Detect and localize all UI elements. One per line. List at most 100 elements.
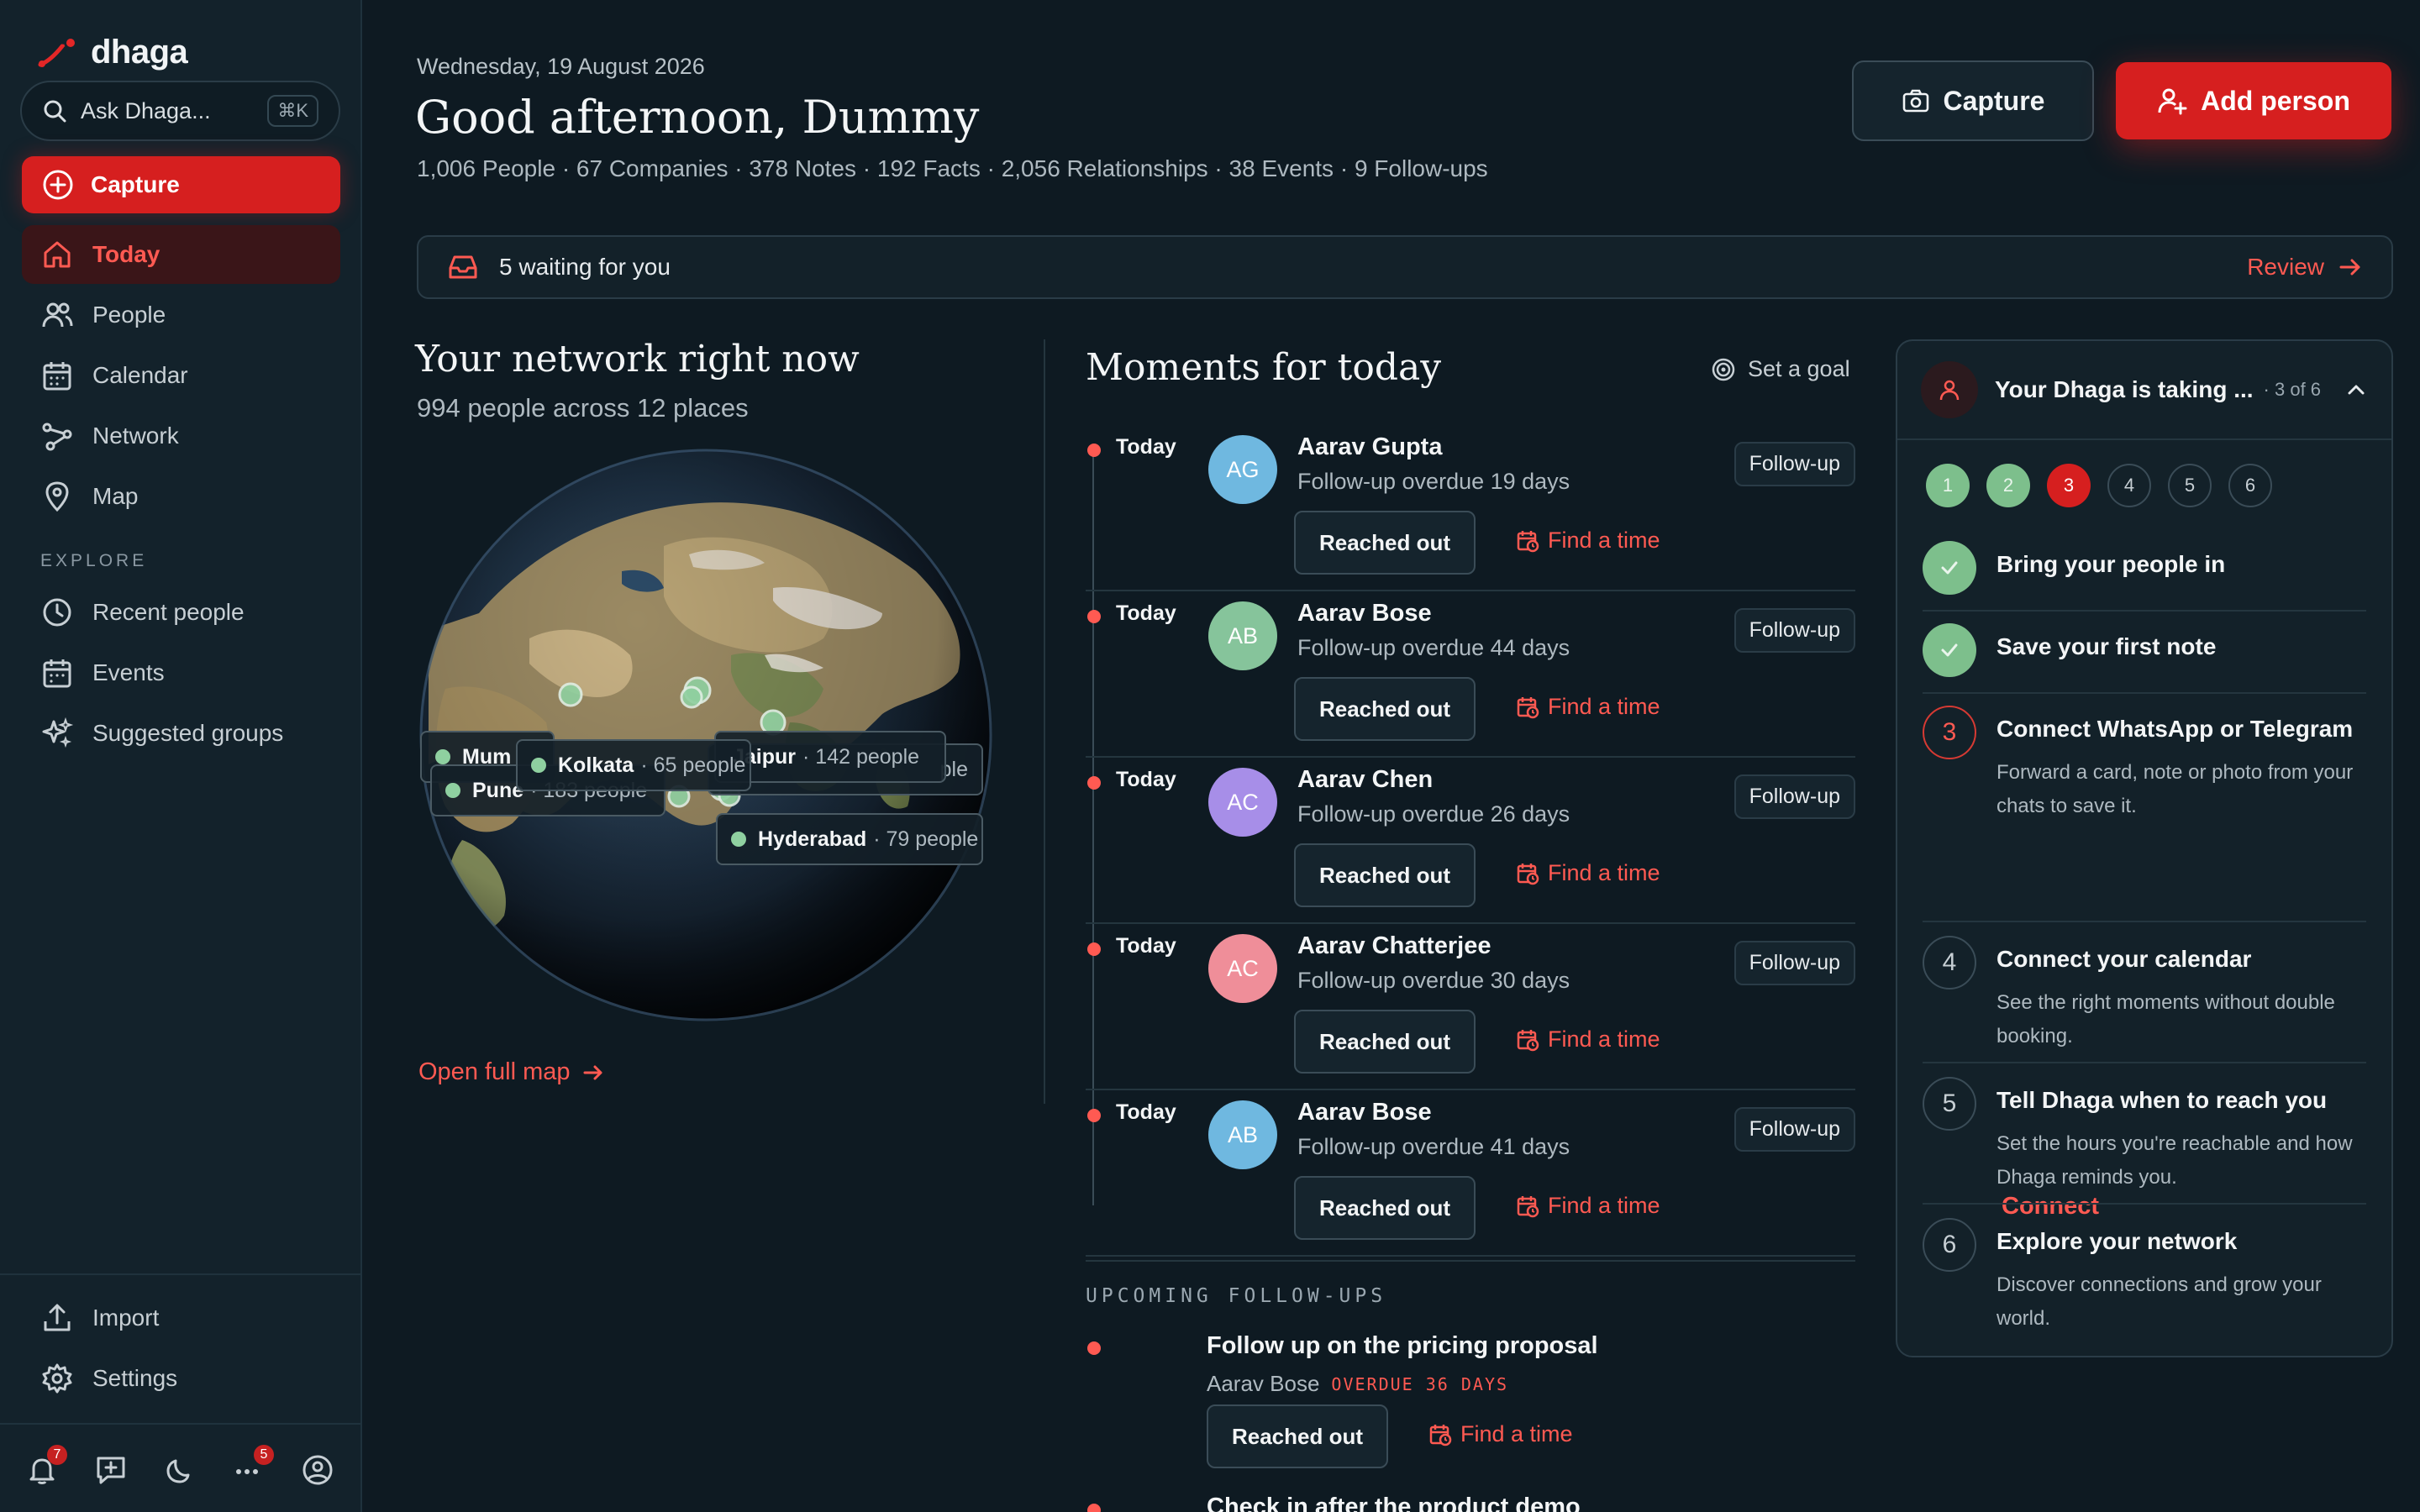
moment-description: Follow-up overdue 41 days xyxy=(1297,1134,1570,1159)
reached-out-button[interactable]: Reached out xyxy=(1294,1010,1476,1074)
sidebar-item-recent-people[interactable]: Recent people xyxy=(22,583,340,642)
sidebar-item-label: Suggested groups xyxy=(92,720,284,746)
sidebar-item-suggested-groups[interactable]: Suggested groups xyxy=(22,704,340,763)
find-a-time-label: Find a time xyxy=(1460,1421,1573,1446)
account-button[interactable] xyxy=(301,1453,334,1487)
chevron-up-icon[interactable] xyxy=(2344,378,2368,402)
sidebar-capture-button[interactable]: Capture xyxy=(22,156,340,213)
sidebar-item-network[interactable]: Network xyxy=(22,407,340,465)
find-a-time-button[interactable]: Find a time xyxy=(1516,528,1660,554)
map-pin-icon xyxy=(45,481,69,512)
city-marker[interactable] xyxy=(680,685,703,709)
avatar[interactable]: AB xyxy=(1208,601,1277,670)
capture-button[interactable]: Capture xyxy=(1852,60,2094,141)
arrow-right-icon xyxy=(583,1065,602,1079)
city-label-hyderabad[interactable]: Hyderabad · 79 people xyxy=(716,813,983,865)
step-indicator[interactable]: 3 xyxy=(2047,464,2091,507)
person-name[interactable]: Aarav Bose xyxy=(1297,1099,1432,1126)
follow-up-badge: Follow-up xyxy=(1733,442,1855,486)
network-stats: 1,006 People · 67 Companies · 378 Notes … xyxy=(417,155,1488,181)
notifications-button[interactable]: 7 xyxy=(25,1445,67,1487)
step-indicator[interactable]: 5 xyxy=(2168,464,2212,507)
sidebar-item-label: Import xyxy=(92,1305,160,1331)
sidebar-item-today[interactable]: Today xyxy=(22,225,340,284)
task-title: Connect WhatsApp or Telegram xyxy=(1996,716,2354,742)
moment-description: Follow-up overdue 30 days xyxy=(1297,968,1570,993)
set-goal-button[interactable]: Set a goal xyxy=(1711,356,1850,382)
more-button[interactable]: 5 xyxy=(232,1445,274,1487)
avatar[interactable]: AC xyxy=(1208,934,1277,1003)
timeline-dot xyxy=(1087,776,1101,790)
network-globe[interactable]: Mum Pune · 183 people ple Jaipur · 142 p… xyxy=(412,445,1000,1033)
theme-toggle-button[interactable] xyxy=(163,1453,197,1487)
moment-card[interactable]: Today AG Aarav Gupta Follow-up overdue 19 d… xyxy=(1086,425,1855,591)
app-logo[interactable]: dhaga xyxy=(37,34,188,71)
open-full-map-link[interactable]: Open full map xyxy=(418,1058,604,1086)
city-marker[interactable] xyxy=(558,682,583,707)
reached-out-button[interactable]: Reached out xyxy=(1294,511,1476,575)
timeline-dot xyxy=(1087,1504,1101,1512)
add-person-button[interactable]: Add person xyxy=(2116,62,2391,139)
feedback-button[interactable] xyxy=(94,1453,128,1487)
sidebar-item-label: Recent people xyxy=(92,599,245,625)
upcoming-title[interactable]: Check in after the product demo xyxy=(1207,1494,1581,1512)
moment-card[interactable]: Today AC Aarav Chatterjee Follow-up overdue… xyxy=(1086,924,1855,1090)
city-label-kolkata[interactable]: Kolkata · 65 people xyxy=(516,739,751,791)
reached-out-button[interactable]: Reached out xyxy=(1294,1176,1476,1240)
step-number-icon: 3 xyxy=(1923,706,1976,759)
timeline-dot xyxy=(1087,610,1101,623)
calendar-clock-icon xyxy=(1517,696,1539,718)
step-indicator[interactable]: 6 xyxy=(2228,464,2272,507)
connect-button[interactable]: Connect xyxy=(2002,1193,2099,1221)
person-name[interactable]: Aarav Chatterjee xyxy=(1297,932,1491,960)
task-divider xyxy=(1923,692,2366,694)
person-name[interactable]: Aarav Gupta xyxy=(1297,433,1442,461)
find-a-time-button[interactable]: Find a time xyxy=(1516,694,1660,720)
moment-when: Today xyxy=(1116,601,1176,625)
sidebar-item-people[interactable]: People xyxy=(22,286,340,344)
sidebar-item-settings[interactable]: Settings xyxy=(22,1349,340,1408)
home-icon xyxy=(44,241,71,268)
task-description: Set the hours you're reachable and how D… xyxy=(1996,1132,2353,1189)
moment-card[interactable]: Today AC Aarav Chen Follow-up overdue 26 da… xyxy=(1086,758,1855,924)
step-indicator[interactable]: 4 xyxy=(2107,464,2151,507)
review-link[interactable]: Review xyxy=(2247,254,2324,281)
reached-out-button[interactable]: Reached out xyxy=(1294,677,1476,741)
sidebar-item-import[interactable]: Import xyxy=(22,1289,340,1347)
find-a-time-button[interactable]: Find a time xyxy=(1516,1026,1660,1053)
sidebar-item-events[interactable]: Events xyxy=(22,643,340,702)
upcoming-title[interactable]: Follow up on the pricing proposal xyxy=(1207,1332,1598,1360)
step-indicator[interactable]: 2 xyxy=(1986,464,2030,507)
avatar[interactable]: AC xyxy=(1208,768,1277,837)
moment-card[interactable]: Today AB Aarav Bose Follow-up overdue 41 da… xyxy=(1086,1090,1855,1257)
person-name[interactable]: Aarav Bose xyxy=(1297,600,1432,627)
sidebar-item-calendar[interactable]: Calendar xyxy=(22,346,340,405)
step-number-icon: 4 xyxy=(1923,936,1976,990)
overdue-badge: OVERDUE 36 DAYS xyxy=(1331,1373,1509,1394)
find-a-time-button[interactable]: Find a time xyxy=(1428,1421,1573,1447)
task-title: Save your first note xyxy=(1996,633,2217,659)
page-title: Good afternoon, Dummy xyxy=(415,91,980,144)
network-title: Your network right now xyxy=(415,338,860,381)
waiting-banner[interactable]: 5 waiting for you Review xyxy=(417,235,2393,299)
calendar-clock-icon xyxy=(1429,1424,1452,1446)
avatar[interactable]: AG xyxy=(1208,435,1277,504)
reached-out-button[interactable]: Reached out xyxy=(1207,1404,1388,1468)
ask-search-input[interactable]: Ask Dhaga... ⌘K xyxy=(20,81,340,141)
find-a-time-button[interactable]: Find a time xyxy=(1516,860,1660,886)
sidebar-item-map[interactable]: Map xyxy=(22,467,340,526)
reached-out-button[interactable]: Reached out xyxy=(1294,843,1476,907)
sidebar-item-label: Events xyxy=(92,659,165,685)
people-icon xyxy=(42,302,73,328)
sidebar-item-label: Today xyxy=(92,241,160,267)
find-a-time-button[interactable]: Find a time xyxy=(1516,1193,1660,1219)
task-divider xyxy=(1923,921,2366,922)
step-indicator[interactable]: 1 xyxy=(1926,464,1970,507)
person-name[interactable]: Aarav Chen xyxy=(1297,766,1433,794)
avatar[interactable]: AB xyxy=(1208,1100,1277,1169)
onboarding-panel: Your Dhaga is taking ... · 3 of 6 1 2 3 … xyxy=(1896,339,2393,1357)
upcoming-person[interactable]: Aarav Bose xyxy=(1207,1371,1319,1397)
moment-card[interactable]: Today AB Aarav Bose Follow-up overdue 44 da… xyxy=(1086,591,1855,758)
task-title: Connect your calendar xyxy=(1996,946,2252,972)
onboarding-header[interactable]: Your Dhaga is taking ... · 3 of 6 xyxy=(1897,341,2391,440)
